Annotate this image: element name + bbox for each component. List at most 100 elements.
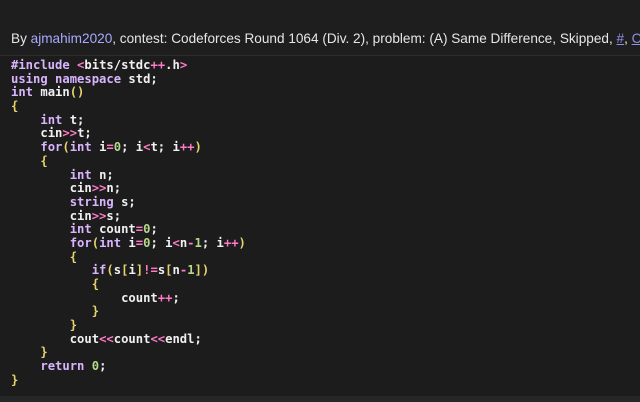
code-token: std; — [128, 71, 158, 86]
contest-name: Codeforces Round 1064 (Div. 2) — [171, 31, 366, 46]
code-token: for — [69, 235, 92, 250]
code-token: } — [69, 318, 78, 333]
code-token: ; i — [150, 235, 173, 250]
code-token: { — [69, 249, 78, 264]
code-token: > — [179, 58, 188, 72]
code-token: s; — [106, 208, 122, 223]
code-token: () — [69, 85, 85, 100]
source-code-panel[interactable]: #include <bits/stdc++.h> using namespace … — [0, 56, 640, 396]
code-line: int t; — [11, 112, 246, 128]
verdict-status: Skipped — [559, 31, 609, 46]
code-line: { — [11, 277, 246, 292]
problem-label: , problem: — [365, 31, 430, 46]
code-token: ; — [150, 222, 158, 237]
code-token: ++ — [223, 235, 239, 250]
code-token: i — [128, 235, 136, 250]
code-token: ( — [106, 263, 114, 278]
verdict-separator: , — [552, 31, 560, 46]
code-token: >> — [91, 208, 107, 223]
code-line: int n; — [11, 167, 246, 183]
code-line: cin>>s; — [11, 208, 246, 224]
permalink-hash-link[interactable]: # — [617, 31, 625, 46]
code-token: ]) — [194, 263, 210, 278]
code-line: if(s[i]!=s[n-1]) — [11, 263, 246, 278]
code-token: ( — [91, 235, 100, 250]
author-link[interactable]: ajmahim2020 — [31, 31, 113, 46]
code-token: { — [11, 99, 19, 114]
code-token: } — [40, 345, 48, 360]
code-token: t; i — [150, 140, 180, 155]
submission-header: By ajmahim2020, contest: Codeforces Roun… — [0, 0, 640, 56]
code-token: endl; — [165, 331, 202, 346]
code-token: != — [143, 263, 158, 278]
code-line: } — [11, 318, 246, 333]
link-separator: , — [608, 31, 617, 46]
code-token: count — [121, 290, 158, 305]
code-line: int main() — [11, 86, 246, 100]
code-line: for(int i=0; i<t; i++) — [11, 140, 246, 155]
code-token: n; — [106, 181, 122, 196]
code-token: #include — [11, 58, 78, 72]
code-line: { — [11, 99, 246, 114]
code-line: #include <bits/stdc++.h> — [11, 58, 246, 73]
code-token: { — [91, 277, 100, 291]
code-token: << — [99, 331, 114, 346]
code-token: count — [99, 222, 136, 237]
code-token: 1 — [194, 235, 202, 250]
code-token: if — [91, 263, 107, 278]
code-token: cin — [69, 208, 92, 223]
code-token: main — [40, 85, 70, 100]
code-token: = — [135, 222, 144, 237]
code-token: namespace — [55, 71, 122, 86]
code-line: return 0; — [11, 359, 246, 374]
copy-code-link[interactable]: Copy — [632, 31, 640, 46]
code-token: for — [40, 140, 63, 155]
code-token: count — [113, 331, 151, 346]
code-token: - — [187, 235, 195, 250]
code-line: string s; — [11, 194, 246, 210]
code-token: ( — [62, 140, 70, 155]
code-token: int — [11, 85, 34, 100]
code-token: cout — [69, 331, 100, 346]
code-token: cin — [40, 126, 63, 141]
code-token: ++ — [150, 58, 166, 72]
code-token: ; i — [121, 140, 144, 155]
code-token: 0 — [91, 359, 100, 374]
code-token: i — [128, 263, 136, 278]
code-line: int count=0; — [11, 222, 246, 237]
code-token: s — [113, 263, 122, 278]
code-token: t; — [77, 126, 92, 141]
code-token: < — [172, 235, 180, 250]
code-token: [ — [165, 263, 173, 278]
code-token: t; — [69, 112, 85, 127]
code-token: string — [69, 194, 114, 209]
code-token: n; — [99, 167, 114, 182]
code-line: for(int i=0; i<n-1; i++) — [11, 235, 246, 251]
code-token: = — [106, 140, 114, 155]
code-line: } — [11, 346, 246, 360]
source-code[interactable]: #include <bits/stdc++.h> using namespace … — [11, 58, 246, 388]
code-token: ++ — [179, 140, 195, 155]
code-line: { — [11, 249, 246, 265]
